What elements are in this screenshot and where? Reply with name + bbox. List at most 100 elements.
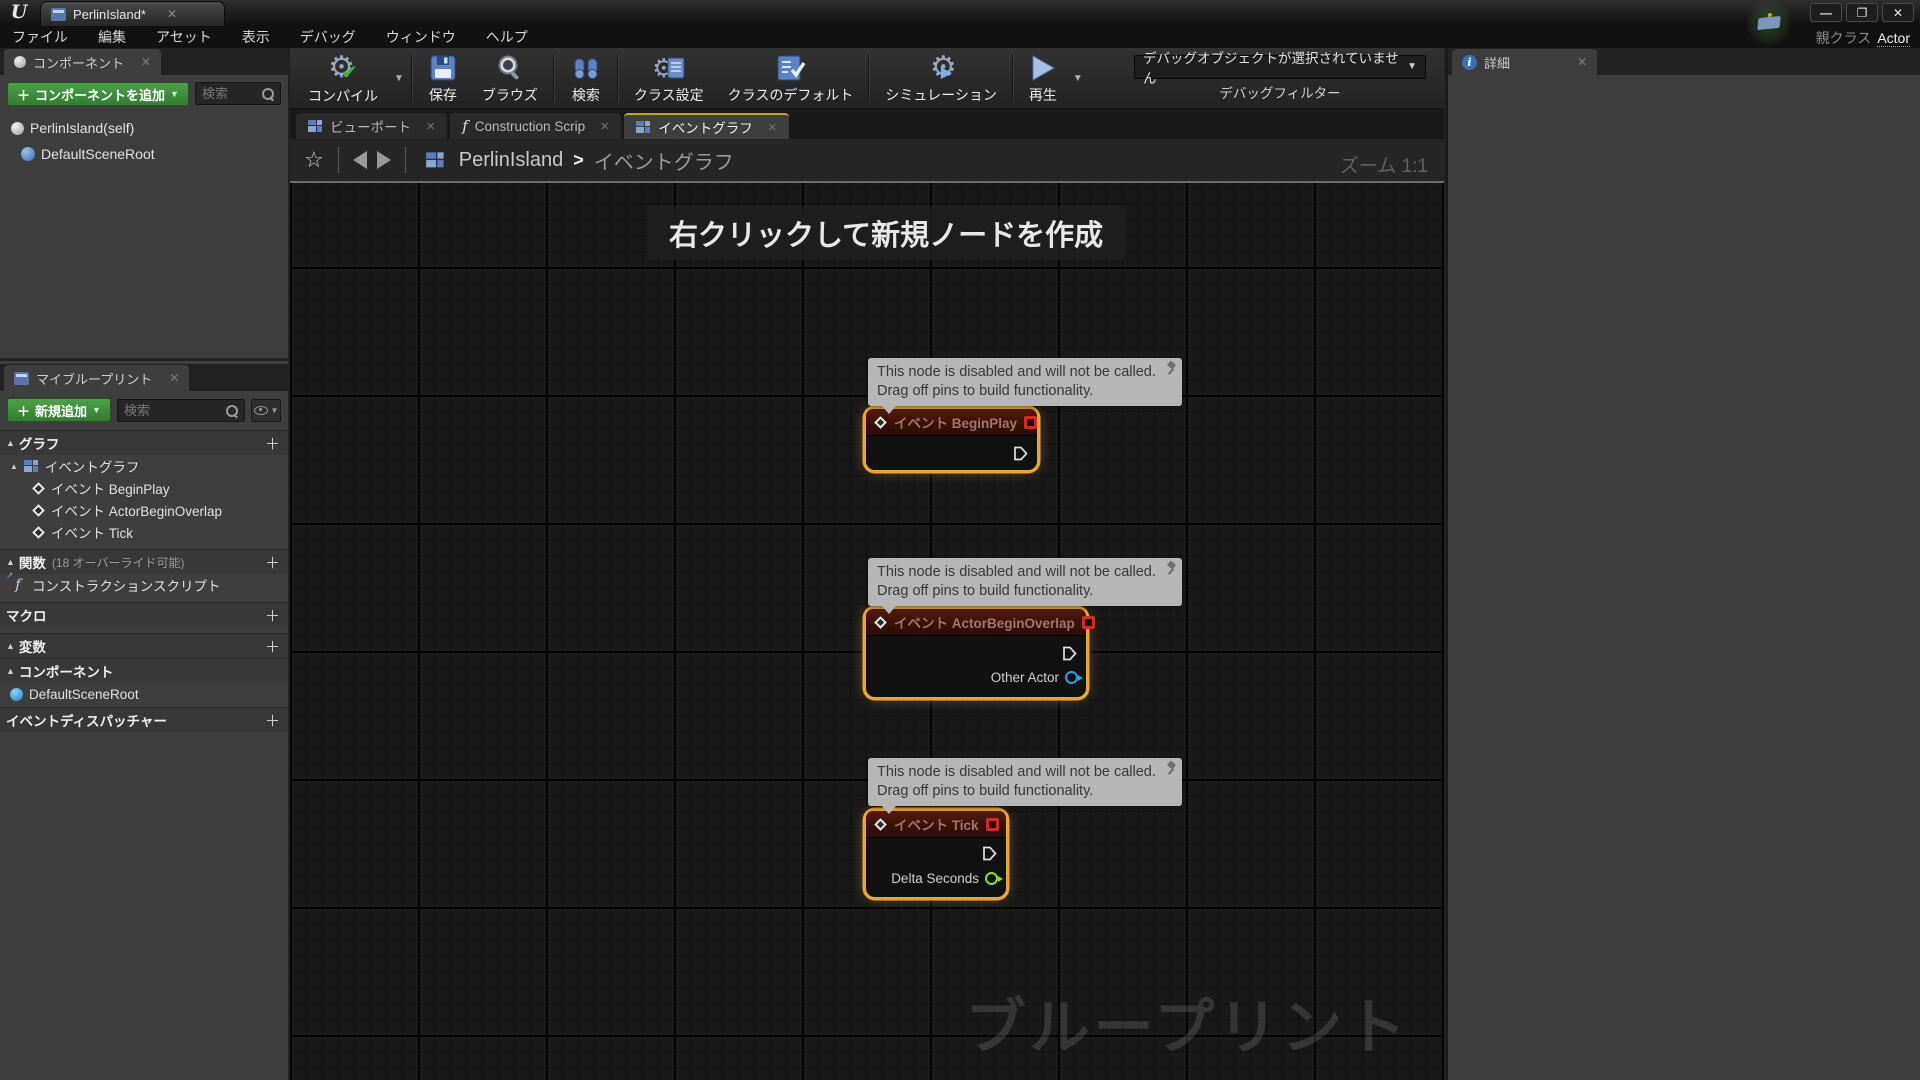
- favorite-star-icon[interactable]: ☆: [304, 147, 324, 173]
- add-dispatcher-button[interactable]: ＋: [265, 710, 280, 731]
- details-panel-body: [1448, 75, 1920, 1080]
- section-variables[interactable]: ▲ 変数 ＋: [0, 633, 288, 658]
- pushpin-icon[interactable]: [1166, 362, 1176, 376]
- component-row-self[interactable]: PerlinIsland(self): [7, 115, 281, 141]
- breadcrumb-current[interactable]: イベントグラフ: [594, 146, 734, 175]
- compile-button[interactable]: ⚙ ✔ コンパイル: [296, 49, 390, 107]
- add-component-button[interactable]: ＋コンポーネントを追加 ▼: [7, 82, 189, 106]
- exec-output-pin[interactable]: [1061, 645, 1078, 662]
- my-blueprint-search[interactable]: [116, 398, 245, 422]
- menu-asset[interactable]: アセット: [156, 27, 212, 47]
- menu-window[interactable]: ウィンドウ: [386, 27, 456, 47]
- viewport-icon: [308, 119, 323, 133]
- class-settings-button[interactable]: ⚙ クラス設定: [622, 49, 716, 107]
- separator: [337, 147, 339, 173]
- menu-debug[interactable]: デバッグ: [300, 27, 356, 47]
- section-graphs[interactable]: ▲ グラフ ＋: [0, 430, 288, 455]
- simulation-button[interactable]: ⚙ ▶ シミュレーション: [873, 49, 1008, 107]
- exec-output-pin[interactable]: [981, 845, 998, 862]
- browse-button[interactable]: ブラウズ: [470, 49, 550, 107]
- close-icon[interactable]: ✕: [1577, 55, 1587, 69]
- add-variable-button[interactable]: ＋: [265, 636, 280, 657]
- close-icon[interactable]: ✕: [426, 120, 435, 133]
- component-row-scene-root[interactable]: DefaultSceneRoot: [7, 141, 281, 167]
- expander-icon[interactable]: ▲: [6, 557, 15, 567]
- pushpin-icon[interactable]: [1166, 762, 1176, 776]
- back-arrow-icon[interactable]: [352, 151, 367, 169]
- compile-options-chevron-icon[interactable]: ▼: [394, 73, 404, 84]
- play-button[interactable]: 再生: [1017, 49, 1069, 107]
- function-icon: f: [462, 117, 468, 135]
- close-icon[interactable]: ✕: [169, 371, 179, 385]
- scene-root-variable-row[interactable]: DefaultSceneRoot: [0, 683, 288, 705]
- exec-output-pin[interactable]: [1012, 445, 1029, 462]
- binoculars-icon: [574, 58, 598, 79]
- output-pin-other-actor[interactable]: Other Actor: [991, 670, 1083, 685]
- expander-icon[interactable]: ▲: [6, 641, 15, 651]
- forward-arrow-icon[interactable]: [376, 151, 391, 169]
- event-beginplay-row[interactable]: イベント BeginPlay: [0, 477, 288, 499]
- components-panel-tab[interactable]: コンポーネント ✕: [4, 49, 162, 75]
- output-pin-delta-seconds[interactable]: Delta Seconds: [891, 871, 1003, 886]
- event-tick-row[interactable]: イベント Tick: [0, 521, 288, 543]
- node-event-beginplay[interactable]: イベント BeginPlay: [866, 409, 1038, 470]
- event-icon: [874, 817, 887, 831]
- section-macros[interactable]: マクロ ＋: [0, 602, 288, 627]
- asset-window-tab[interactable]: PerlinIsland* ✕: [40, 1, 225, 26]
- breadcrumb-root[interactable]: PerlinIsland: [459, 149, 564, 172]
- play-options-chevron-icon[interactable]: ▼: [1073, 73, 1083, 84]
- section-functions-label: 関数: [18, 556, 46, 571]
- menu-file[interactable]: ファイル: [12, 27, 68, 47]
- section-functions[interactable]: ▲ 関数 (18 オーバーライド可能) ＋: [0, 549, 288, 574]
- components-search[interactable]: [194, 82, 281, 105]
- details-panel-tab[interactable]: i 詳細 ✕: [1452, 49, 1598, 75]
- parent-class-value[interactable]: Actor: [1877, 30, 1910, 47]
- close-icon[interactable]: ✕: [141, 55, 151, 69]
- float-pin-icon[interactable]: [985, 872, 1003, 885]
- menu-edit[interactable]: 編集: [98, 27, 126, 47]
- expander-icon[interactable]: ▲: [6, 666, 15, 676]
- tab-construction-script[interactable]: f Construction Scrip ✕: [450, 113, 622, 139]
- my-blueprint-tab[interactable]: マイブループリント ✕: [4, 365, 190, 391]
- save-button[interactable]: 保存: [416, 49, 470, 107]
- plus-icon: ＋: [17, 403, 31, 419]
- graduation-cap-icon[interactable]: [1757, 15, 1781, 31]
- close-button[interactable]: ✕: [1882, 3, 1914, 22]
- event-actorbeginoverlap-row[interactable]: イベント ActorBeginOverlap: [0, 499, 288, 521]
- visibility-filter-button[interactable]: ▼: [251, 398, 281, 422]
- object-pin-icon[interactable]: [1065, 671, 1083, 684]
- node-event-actorbeginoverlap[interactable]: イベント ActorBeginOverlap Other Actor: [866, 609, 1095, 697]
- restore-button[interactable]: ❐: [1846, 3, 1878, 22]
- event-icon: [874, 415, 887, 429]
- node-event-tick[interactable]: イベント Tick Delta Seconds: [866, 811, 1006, 897]
- menu-help[interactable]: ヘルプ: [486, 27, 528, 47]
- minimize-button[interactable]: —: [1810, 3, 1842, 22]
- event-graph-row[interactable]: ▲ イベントグラフ: [0, 455, 288, 477]
- close-icon[interactable]: ✕: [768, 121, 777, 134]
- my-blueprint-tab-label: マイブループリント: [36, 371, 153, 387]
- search-icon: [261, 87, 274, 100]
- add-macro-button[interactable]: ＋: [265, 605, 280, 626]
- find-button[interactable]: 検索: [558, 49, 614, 107]
- class-defaults-button[interactable]: クラスのデフォルト: [716, 49, 866, 107]
- plus-icon: ＋: [17, 87, 31, 103]
- my-blueprint-search-input[interactable]: [123, 402, 225, 418]
- construction-script-row[interactable]: f コンストラクションスクリプト: [0, 571, 288, 596]
- tab-viewport[interactable]: ビューポート ✕: [296, 113, 448, 139]
- section-components[interactable]: ▲ コンポーネント: [0, 658, 288, 683]
- add-graph-button[interactable]: ＋: [265, 433, 280, 454]
- tab-event-graph[interactable]: イベントグラフ ✕: [624, 113, 790, 139]
- menu-bar: ファイル 編集 アセット 表示 デバッグ ウィンドウ ヘルプ 親クラス Actor: [0, 26, 1920, 48]
- close-icon[interactable]: ✕: [600, 120, 609, 133]
- event-graph-canvas[interactable]: ☆ PerlinIsland > イベントグラフ ズーム 1:1 右クリックして…: [290, 139, 1444, 1080]
- add-function-button[interactable]: ＋: [265, 552, 280, 573]
- pushpin-icon[interactable]: [1166, 562, 1176, 576]
- expander-icon[interactable]: ▲: [10, 462, 18, 471]
- close-icon[interactable]: ✕: [167, 7, 177, 21]
- debug-object-dropdown[interactable]: デバッグオブジェクトが選択されていません ▼: [1134, 51, 1426, 86]
- add-new-button[interactable]: ＋新規追加 ▼: [7, 398, 111, 422]
- components-search-input[interactable]: [201, 86, 261, 101]
- menu-view[interactable]: 表示: [242, 27, 270, 47]
- expander-icon[interactable]: ▲: [6, 438, 15, 448]
- section-dispatchers[interactable]: イベントディスパッチャー ＋: [0, 707, 288, 732]
